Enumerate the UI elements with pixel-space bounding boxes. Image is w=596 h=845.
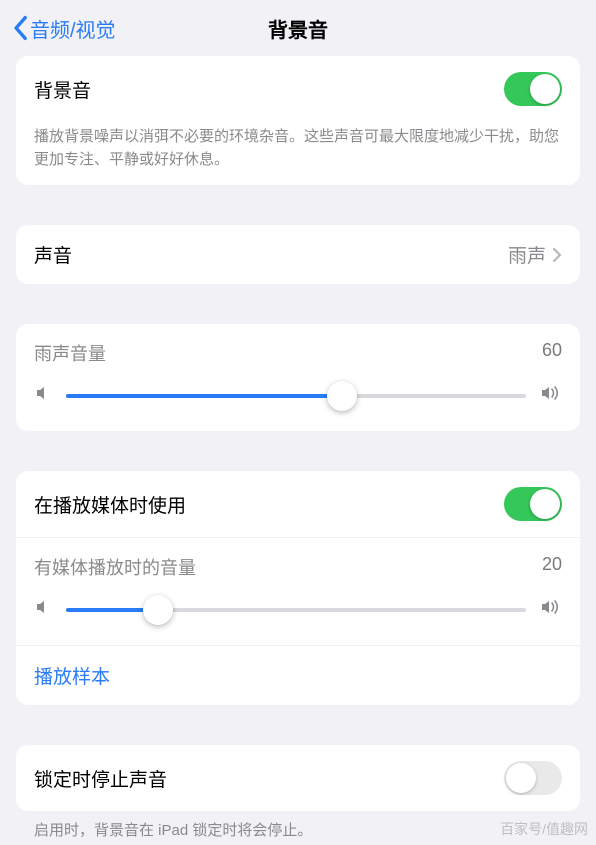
- master-toggle-label: 背景音: [34, 76, 504, 103]
- sound-label: 声音: [34, 241, 508, 268]
- volume-max-icon: [540, 598, 562, 621]
- lock-toggle[interactable]: [504, 761, 562, 795]
- lock-footer: 启用时，背景音在 iPad 锁定时将会停止。: [16, 819, 580, 840]
- nav-header: 音频/视觉 背景音: [0, 0, 596, 56]
- media-volume-slider[interactable]: [66, 608, 526, 612]
- chevron-right-icon: [552, 247, 562, 263]
- back-label: 音频/视觉: [30, 14, 116, 43]
- media-volume-block: 有媒体播放时的音量 20: [16, 538, 580, 645]
- volume-min-icon: [34, 384, 52, 407]
- volume-max-icon: [540, 384, 562, 407]
- media-toggle[interactable]: [504, 487, 562, 521]
- play-sample-row[interactable]: 播放样本: [16, 646, 580, 705]
- volume1-label: 雨声音量: [34, 340, 106, 366]
- master-group: 背景音 播放背景噪声以消弭不必要的环境杂音。这些声音可最大限度地减少干扰，助您更…: [16, 56, 580, 185]
- volume1-group: 雨声音量 60: [16, 324, 580, 431]
- lock-toggle-row: 锁定时停止声音: [16, 745, 580, 811]
- media-toggle-row: 在播放媒体时使用: [16, 471, 580, 537]
- sound-row[interactable]: 声音 雨声: [16, 225, 580, 284]
- lock-group: 锁定时停止声音: [16, 745, 580, 811]
- sound-group: 声音 雨声: [16, 225, 580, 284]
- volume1-slider[interactable]: [66, 394, 526, 398]
- volume1-value: 60: [542, 340, 562, 366]
- media-toggle-label: 在播放媒体时使用: [34, 491, 504, 518]
- play-sample-label: 播放样本: [34, 662, 110, 689]
- master-footer: 播放背景噪声以消弭不必要的环境杂音。这些声音可最大限度地减少干扰，助您更加专注、…: [16, 122, 580, 185]
- media-group: 在播放媒体时使用 有媒体播放时的音量 20 播放样本: [16, 471, 580, 705]
- media-volume-label: 有媒体播放时的音量: [34, 554, 196, 580]
- sound-value: 雨声: [508, 241, 546, 268]
- master-toggle-row: 背景音: [16, 56, 580, 122]
- volume1-block: 雨声音量 60: [16, 324, 580, 431]
- media-volume-value: 20: [542, 554, 562, 580]
- master-toggle[interactable]: [504, 72, 562, 106]
- volume-min-icon: [34, 598, 52, 621]
- back-button[interactable]: 音频/视觉: [12, 14, 116, 43]
- lock-toggle-label: 锁定时停止声音: [34, 765, 504, 792]
- chevron-left-icon: [12, 15, 28, 41]
